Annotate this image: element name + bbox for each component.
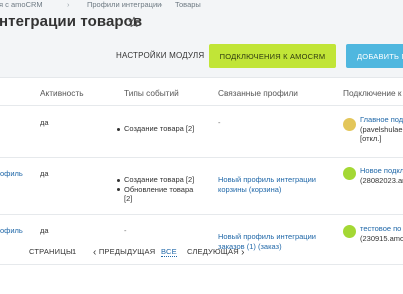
- chevron-right-icon: ›: [241, 247, 245, 258]
- connection-info: Новое подкл (28082023.am: [360, 166, 403, 185]
- connection-info: Главное подк (pavelshulae [откл.]: [360, 115, 403, 144]
- pagination-next[interactable]: СЛЕДУЮЩАЯ ›: [187, 247, 245, 258]
- list-item: Обновление товара: [116, 185, 206, 195]
- breadcrumb-item-profiles[interactable]: Профили интеграции: [87, 0, 161, 9]
- connection-detail: (28082023.am: [360, 175, 403, 185]
- pagination-current-page: 1: [72, 247, 77, 256]
- pagination-prev[interactable]: ‹ ПРЕДЫДУЩАЯ: [93, 247, 155, 258]
- column-header-event-types[interactable]: Типы событий: [124, 88, 179, 98]
- amocrm-connections-button[interactable]: ПОДКЛЮЧЕНИЯ К AMOCRM: [209, 44, 336, 68]
- event-types-empty: -: [124, 226, 127, 235]
- activity-value: да: [40, 169, 49, 178]
- pagination-all[interactable]: ВСЕ: [161, 247, 177, 257]
- connection-info: тестовое по (230915.amo: [360, 224, 403, 243]
- breadcrumb-item-products[interactable]: Товары: [175, 0, 201, 9]
- breadcrumb-separator: ›: [160, 0, 163, 9]
- add-profile-button[interactable]: ДОБАВИТЬ ПР: [346, 44, 403, 68]
- pagination-prev-label[interactable]: ПРЕДЫДУЩАЯ: [99, 247, 156, 256]
- profile-name-link[interactable]: офиль: [0, 169, 23, 179]
- chevron-left-icon: ‹: [93, 247, 97, 258]
- breadcrumb-separator: ›: [67, 0, 70, 9]
- connection-detail: (pavelshulae: [360, 124, 403, 134]
- divider: [0, 105, 403, 106]
- pagination-next-label[interactable]: СЛЕДУЮЩАЯ: [187, 247, 239, 256]
- list-item: Создание товара [2]: [116, 124, 194, 134]
- connection-state: [откл.]: [360, 134, 382, 143]
- connection-link[interactable]: тестовое по: [360, 224, 403, 234]
- column-header-activity[interactable]: Активность: [40, 88, 84, 98]
- linked-profile-type[interactable]: корзины (корзина): [218, 185, 316, 195]
- column-header-connection[interactable]: Подключение к: [343, 88, 402, 98]
- column-header-linked-profiles[interactable]: Связанные профили: [218, 88, 298, 98]
- linked-profile-name[interactable]: Новый профиль интеграции: [218, 175, 316, 185]
- divider: [0, 264, 403, 265]
- divider: [0, 157, 403, 158]
- pagination-all-label[interactable]: ВСЕ: [161, 247, 177, 257]
- divider: [0, 214, 403, 215]
- profile-name-link[interactable]: офиль: [0, 226, 23, 236]
- list-item-continuation: [2]: [124, 194, 133, 203]
- linked-profile-name[interactable]: Новый профиль интеграции: [218, 232, 316, 242]
- event-types-list: Создание товара [2] Обновление товара [2…: [116, 175, 206, 204]
- breadcrumb-item-amocrm[interactable]: я с amoCRM: [0, 0, 43, 9]
- connection-link[interactable]: Новое подкл: [360, 166, 403, 176]
- linked-profile-link[interactable]: Новый профиль интеграции корзины (корзин…: [218, 175, 316, 194]
- event-types-list: Создание товара [2]: [116, 124, 194, 134]
- profiles-table: Активность Типы событий Связанные профил…: [0, 77, 403, 294]
- page-title: нтеграции товаров: [0, 13, 143, 30]
- connection-status-dot: [343, 167, 356, 180]
- activity-value: да: [40, 226, 49, 235]
- star-outline-icon[interactable]: [128, 16, 140, 28]
- list-item: Создание товара [2]: [116, 175, 206, 185]
- connection-status-dot: [343, 118, 356, 131]
- connection-status-dot: [343, 225, 356, 238]
- activity-value: да: [40, 118, 49, 127]
- module-settings-button[interactable]: НАСТРОЙКИ МОДУЛЯ: [116, 51, 204, 60]
- linked-profiles-empty: -: [218, 118, 221, 127]
- pagination-label: СТРАНИЦЫ:: [29, 247, 76, 256]
- connection-detail: (230915.amo: [360, 233, 403, 243]
- connection-link[interactable]: Главное подк: [360, 115, 403, 125]
